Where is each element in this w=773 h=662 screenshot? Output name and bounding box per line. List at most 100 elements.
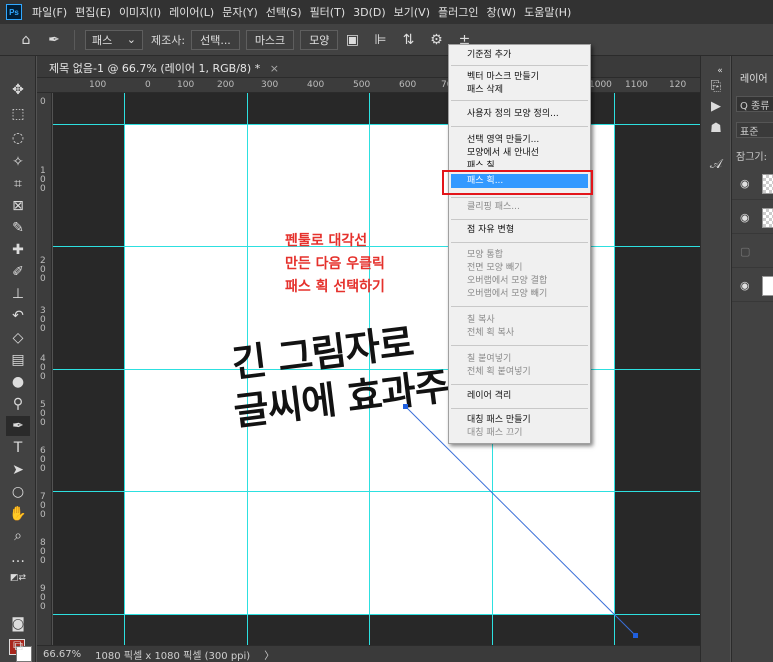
menu-edit[interactable]: 편집(E): [75, 4, 111, 20]
layer-row[interactable]: ◉: [732, 202, 773, 234]
menu-divider: [451, 306, 588, 307]
menu-item-paste-stroke[interactable]: 전체 획 붙여넣기: [449, 365, 590, 379]
healing-brush-icon[interactable]: ✚: [6, 240, 30, 260]
document-info: 1080 픽셀 x 1080 픽셀 (300 ppi): [95, 650, 251, 662]
clone-stamp-icon[interactable]: ⊥: [6, 284, 30, 304]
eye-icon[interactable]: ◉: [740, 279, 750, 292]
history-panel-icon[interactable]: ⎘: [707, 78, 725, 96]
layer-row[interactable]: ▢: [732, 236, 773, 268]
tool-presets-icon[interactable]: ☗: [707, 120, 725, 138]
menu-item-fill-path[interactable]: 패스 칠: [449, 159, 590, 167]
menu-item-make-selection[interactable]: 선택 영역 만들기...: [449, 133, 590, 147]
history-brush-icon[interactable]: ↶: [6, 306, 30, 326]
layers-tab[interactable]: 레이어: [740, 70, 768, 85]
hand-tool-icon[interactable]: ✋: [6, 504, 30, 524]
pen-tool-icon[interactable]: ✒: [6, 416, 30, 436]
menu-layer[interactable]: 레이어(L): [169, 4, 214, 20]
eye-icon[interactable]: ◉: [740, 177, 750, 190]
close-icon[interactable]: ×: [270, 62, 279, 75]
layer-row[interactable]: ◉: [732, 270, 773, 302]
menu-help[interactable]: 도움말(H): [524, 4, 571, 20]
status-expand-icon[interactable]: 〉: [264, 647, 274, 662]
menu-item-disable-symmetry[interactable]: 대칭 패스 끄기: [449, 426, 590, 440]
menu-item-paste-fill[interactable]: 칠 붙여넣기: [449, 352, 590, 366]
menu-window[interactable]: 창(W): [486, 4, 516, 20]
menu-3d[interactable]: 3D(D): [353, 6, 386, 19]
layer-filter-input[interactable]: Q 종류: [736, 96, 773, 112]
gear-icon[interactable]: ⚙: [428, 32, 444, 48]
menu-file[interactable]: 파일(F): [32, 4, 67, 20]
menu-item-new-guides[interactable]: 모양에서 새 안내선: [449, 146, 590, 160]
menu-item-combine-shapes[interactable]: 모양 통합: [449, 248, 590, 262]
blend-mode-select[interactable]: 표준: [736, 122, 773, 138]
context-menu: 기준점 추가 벡터 마스크 만들기 패스 삭제 사용자 정의 모양 정의... …: [448, 44, 591, 444]
eye-icon[interactable]: ◉: [740, 211, 750, 224]
actions-play-icon[interactable]: ▶: [707, 98, 725, 116]
default-colors-icon[interactable]: ◩⇄: [6, 568, 30, 588]
menu-plugins[interactable]: 플러그인: [438, 4, 478, 20]
menu-item-clipping-path[interactable]: 클리핑 패스...: [449, 200, 590, 214]
ruler-tick: 8 0 0: [40, 538, 46, 566]
menu-select[interactable]: 선택(S): [266, 4, 302, 20]
path-anchor-point[interactable]: [403, 404, 408, 409]
menu-item-delete-path[interactable]: 패스 삭제: [449, 83, 590, 97]
character-panel-icon[interactable]: 𝒜: [707, 156, 725, 174]
layer-thumbnail: [762, 174, 773, 194]
menu-item-make-vector-mask[interactable]: 벡터 마스크 만들기: [449, 70, 590, 84]
menu-item-add-anchor[interactable]: 기준점 추가: [449, 48, 590, 62]
path-operations-icon[interactable]: ▣: [344, 32, 360, 48]
path-alignment-icon[interactable]: ⊫: [372, 32, 388, 48]
make-selection-button[interactable]: 선택...: [191, 29, 240, 50]
zoom-level[interactable]: 66.67%: [43, 649, 81, 660]
options-bar: ⌂ ✒ 패스 ⌄ 제조사: 선택... 마스크 모양 ▣ ⊫ ⇅ ⚙ ±: [0, 24, 773, 56]
screen-mode-icon[interactable]: ⧉: [6, 636, 30, 656]
path-arrangement-icon[interactable]: ⇅: [400, 32, 416, 48]
home-icon[interactable]: ⌂: [18, 32, 34, 48]
menu-item-isolate-layer[interactable]: 레이어 격리: [449, 389, 590, 403]
menu-type[interactable]: 문자(Y): [222, 4, 258, 20]
menu-item-intersect-shapes[interactable]: 오버랩에서 모양 결합: [449, 274, 590, 288]
pen-tool-icon[interactable]: ✒: [46, 32, 62, 48]
ellipse-tool-icon[interactable]: ○: [6, 482, 30, 502]
magic-wand-icon[interactable]: ✧: [6, 152, 30, 172]
ruler-tick: 5 0 0: [40, 400, 46, 428]
dodge-tool-icon[interactable]: ⚲: [6, 394, 30, 414]
lasso-tool-icon[interactable]: ◌: [6, 128, 30, 148]
quick-mask-icon[interactable]: ◙: [6, 614, 30, 634]
ruler-tick: 3 0 0: [40, 306, 46, 334]
menu-view[interactable]: 보기(V): [394, 4, 430, 20]
crop-tool-icon[interactable]: ⌗: [6, 174, 30, 194]
type-tool-icon[interactable]: T: [6, 438, 30, 458]
blur-tool-icon[interactable]: ●: [6, 372, 30, 392]
menu-item-exclude-overlap[interactable]: 오버랩에서 모양 빼기: [449, 287, 590, 301]
eye-off-icon[interactable]: ▢: [740, 245, 750, 258]
menu-item-subtract-front[interactable]: 전면 모양 빼기: [449, 261, 590, 275]
menu-filter[interactable]: 필터(T): [310, 4, 346, 20]
move-tool-icon[interactable]: ✥: [6, 80, 30, 100]
path-selection-icon[interactable]: ➤: [6, 460, 30, 480]
zoom-tool-icon[interactable]: ⌕: [6, 526, 30, 546]
menu-image[interactable]: 이미지(I): [119, 4, 161, 20]
more-tools-icon[interactable]: …: [6, 548, 30, 568]
gradient-tool-icon[interactable]: ▤: [6, 350, 30, 370]
side-panel-dock: « ⎘ ▶ ☗ 𝒜: [700, 56, 730, 662]
document-tab[interactable]: 제목 없음-1 @ 66.7% (레이어 1, RGB/8) * ×: [37, 56, 721, 78]
frame-tool-icon[interactable]: ⊠: [6, 196, 30, 216]
eyedropper-icon[interactable]: ✎: [6, 218, 30, 238]
brush-tool-icon[interactable]: ✐: [6, 262, 30, 282]
make-mask-button[interactable]: 마스크: [245, 29, 295, 50]
tool-mode-select[interactable]: 패스 ⌄: [85, 29, 143, 50]
menu-item-free-transform-points[interactable]: 점 자유 변형: [449, 223, 590, 237]
menu-item-make-symmetry-path[interactable]: 대칭 패스 만들기: [449, 413, 590, 427]
photoshop-logo[interactable]: Ps: [6, 4, 22, 20]
path-anchor-point[interactable]: [633, 633, 638, 638]
canvas-area[interactable]: 펜툴로 대각선 만든 다음 우클릭 패스 획 선택하기 긴 그림자로 글씨에 효…: [53, 93, 721, 645]
lock-label: 잠그기:: [736, 152, 767, 163]
marquee-tool-icon[interactable]: ⬚: [6, 104, 30, 124]
eraser-icon[interactable]: ◇: [6, 328, 30, 348]
make-shape-button[interactable]: 모양: [300, 29, 339, 50]
layer-row[interactable]: ◉: [732, 168, 773, 200]
menu-item-copy-fill[interactable]: 칠 복사: [449, 313, 590, 327]
menu-item-copy-stroke[interactable]: 전체 획 복사: [449, 326, 590, 340]
menu-item-define-shape[interactable]: 사용자 정의 모양 정의...: [449, 107, 590, 121]
